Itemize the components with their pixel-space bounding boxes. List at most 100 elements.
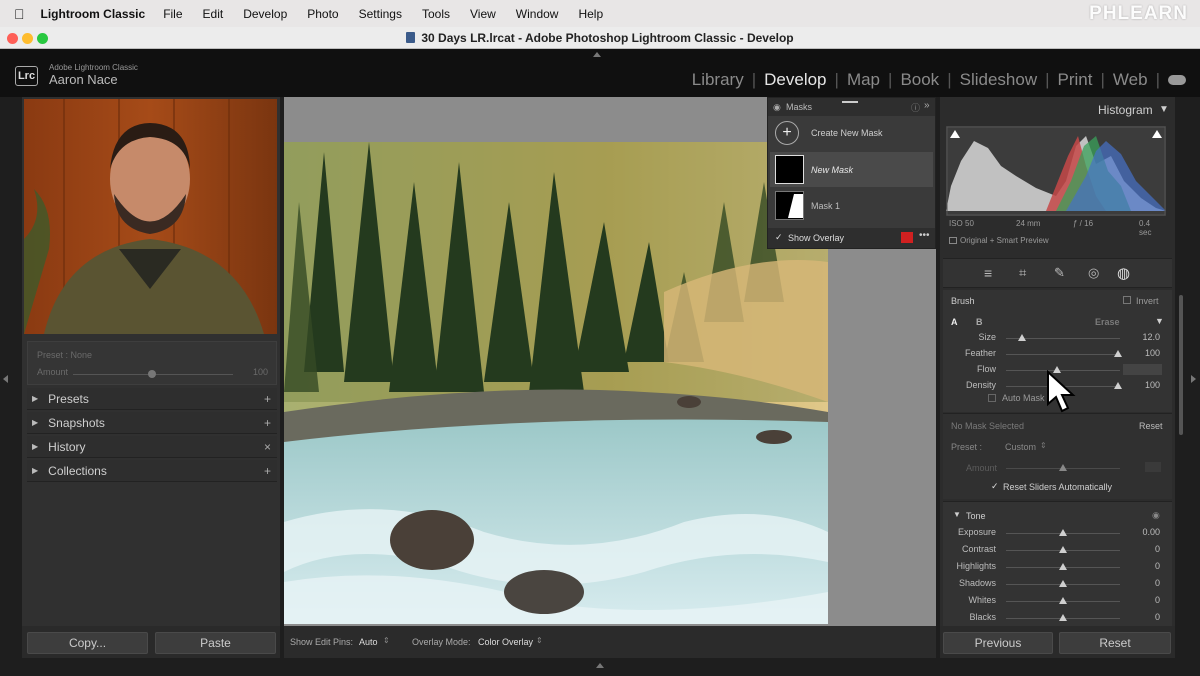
brush-tab-erase[interactable]: Erase [1095,317,1120,327]
reset-sliders-checkbox[interactable]: ✓ [991,481,999,492]
section-presets[interactable]: ▶ Presets + [27,388,277,410]
histogram-collapse-icon[interactable]: ▼ [1159,104,1169,115]
create-new-mask-icon[interactable]: + [775,121,799,145]
add-collection-icon[interactable]: + [264,464,271,478]
brush-slider-value[interactable]: 100 [1145,380,1160,390]
menu-tools[interactable]: Tools [422,7,450,21]
tone-slider-exposure[interactable]: Exposure 0.00 [950,527,1162,541]
menu-window[interactable]: Window [516,7,559,21]
forest-river-photo[interactable] [284,142,828,624]
show-overlay-checkbox[interactable]: ✓ [775,232,783,243]
brush-slider-track[interactable] [1006,354,1120,355]
tone-slider-shadows[interactable]: Shadows 0 [950,578,1162,592]
brush-tab-a[interactable]: A [951,317,958,327]
brush-slider-knob[interactable] [1113,382,1122,389]
section-collections[interactable]: ▶ Collections + [27,460,277,482]
apple-icon[interactable]:  [14,6,25,22]
eye-icon[interactable]: ◉ [773,102,781,113]
section-snapshots[interactable]: ▶ Snapshots + [27,412,277,434]
amount-slider-knob[interactable] [148,370,156,378]
paste-button[interactable]: Paste [155,632,276,654]
help-icon[interactable]: ⓘ [911,101,920,114]
menu-photo[interactable]: Photo [307,7,338,21]
menu-app-name[interactable]: Lightroom Classic [41,7,146,21]
clear-history-icon[interactable]: × [264,440,271,454]
tone-slider-whites[interactable]: Whites 0 [950,595,1162,609]
tone-slider-highlights[interactable]: Highlights 0 [950,561,1162,575]
tone-slider-knob[interactable] [1059,580,1067,587]
tone-slider-knob[interactable] [1059,546,1067,553]
add-preset-icon[interactable]: + [264,392,271,406]
collapse-top-icon[interactable] [593,52,601,57]
copy-button[interactable]: Copy... [27,632,148,654]
module-print[interactable]: Print [1050,70,1101,90]
tone-slider-value[interactable]: 0 [1155,595,1160,605]
module-book[interactable]: Book [892,70,947,90]
close-window-button[interactable] [7,33,18,44]
healing-icon[interactable]: ✎ [1054,265,1065,281]
flow-value-field[interactable] [1123,364,1162,375]
create-new-mask-button[interactable]: Create New Mask [811,128,883,138]
menu-file[interactable]: File [163,7,182,21]
mask-reset-button[interactable]: Reset [1139,421,1163,431]
brush-tab-b[interactable]: B [976,317,983,327]
add-snapshot-icon[interactable]: + [264,416,271,430]
brush-slider-value[interactable]: 12.0 [1142,332,1160,342]
histogram-title[interactable]: Histogram [1098,103,1153,117]
previous-button[interactable]: Previous [943,632,1053,654]
brush-slider-feather[interactable]: Feather 100 [950,348,1162,362]
overlay-mode-select[interactable]: Color Overlay [478,637,533,647]
tone-slider-contrast[interactable]: Contrast 0 [950,544,1162,558]
mask-amount-knob[interactable] [1059,464,1067,471]
brush-slider-knob[interactable] [1017,334,1026,341]
mask-name-1[interactable]: Mask 1 [811,201,840,211]
module-web[interactable]: Web [1105,70,1156,90]
menu-develop[interactable]: Develop [243,7,287,21]
menu-edit[interactable]: Edit [203,7,224,21]
menu-help[interactable]: Help [578,7,603,21]
tone-slider-knob[interactable] [1059,529,1067,536]
auto-mask-checkbox[interactable] [988,394,996,402]
collapse-icon[interactable]: » [924,100,930,111]
masking-icon[interactable]: ◍ [1117,264,1130,282]
collapse-right-icon[interactable] [1191,375,1196,383]
mask-amount-field[interactable] [1145,462,1161,472]
module-develop[interactable]: Develop [756,70,834,90]
menu-view[interactable]: View [470,7,496,21]
overlay-color-swatch[interactable] [901,232,913,243]
drag-handle[interactable] [842,101,858,103]
tone-slider-knob[interactable] [1059,563,1067,570]
tone-slider-value[interactable]: 0 [1155,612,1160,622]
edit-sliders-icon[interactable]: ≡ [984,265,992,281]
tone-slider-knob[interactable] [1059,597,1067,604]
tone-slider-knob[interactable] [1059,614,1067,621]
tone-slider-value[interactable]: 0.00 [1142,527,1160,537]
show-edit-pins-select[interactable]: Auto [359,637,378,647]
brush-slider-size[interactable]: Size 12.0 [950,332,1162,346]
invert-checkbox[interactable] [1123,296,1131,304]
tone-collapse-icon[interactable]: ▼ [953,510,961,519]
brush-slider-value[interactable]: 100 [1145,348,1160,358]
crop-icon[interactable]: ⌗ [1019,265,1026,281]
tone-slider-value[interactable]: 0 [1155,544,1160,554]
brush-menu-icon[interactable]: ▼ [1155,316,1164,326]
module-slideshow[interactable]: Slideshow [952,70,1046,90]
mask-preset-select[interactable]: Custom [1005,442,1036,452]
zoom-window-button[interactable] [37,33,48,44]
menu-settings[interactable]: Settings [359,7,402,21]
tone-slider-value[interactable]: 0 [1155,578,1160,588]
tone-visibility-icon[interactable]: ◉ [1152,510,1160,521]
reset-button[interactable]: Reset [1059,632,1171,654]
collapse-left-icon[interactable] [3,375,8,383]
right-panel-scrollbar[interactable] [1179,295,1183,435]
cloud-icon[interactable] [1168,75,1186,85]
section-history[interactable]: ▶ History × [27,436,277,458]
red-eye-icon[interactable]: ◎ [1088,265,1099,281]
module-library[interactable]: Library [684,70,752,90]
more-options-icon[interactable]: ••• [919,230,930,241]
tone-slider-value[interactable]: 0 [1155,561,1160,571]
tone-slider-blacks[interactable]: Blacks 0 [950,612,1162,626]
module-map[interactable]: Map [839,70,888,90]
preview-label[interactable]: Original + Smart Preview [960,236,1049,245]
minimize-window-button[interactable] [22,33,33,44]
